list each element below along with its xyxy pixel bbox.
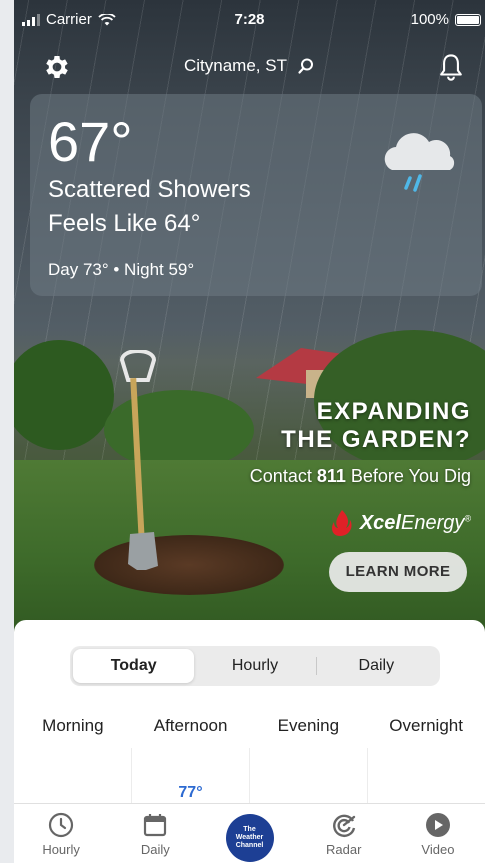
hedge-left <box>14 340 114 450</box>
tab-hourly[interactable]: Hourly <box>194 649 315 683</box>
brand-bold: Xcel <box>359 511 401 534</box>
ad-headline-line1: EXPANDING <box>316 398 471 425</box>
battery-percent: 100% <box>410 11 449 28</box>
tabbar-radar-label: Radar <box>326 842 362 857</box>
daypart-afternoon[interactable]: Afternoon <box>132 716 250 736</box>
ad-sub-bold: 811 <box>316 466 346 486</box>
ad-sub-prefix: Contact <box>249 466 317 486</box>
daypart-headers: Morning Afternoon Evening Overnight <box>14 716 485 736</box>
daypart-overnight[interactable]: Overnight <box>367 716 485 736</box>
cloud-rain-icon <box>384 133 455 192</box>
tabbar-hourly-label: Hourly <box>42 842 80 857</box>
battery-group: 100% <box>411 11 481 28</box>
ad-subtext: Contact 811 Before You Dig <box>250 466 471 487</box>
play-icon <box>425 813 450 837</box>
current-temperature: 67° <box>48 110 133 173</box>
tab-today[interactable]: Today <box>73 649 195 683</box>
tabbar-home[interactable]: The Weather Channel <box>202 804 296 863</box>
ad-headline-line2: THE GARDEN? <box>281 426 471 453</box>
clock-icon <box>48 812 74 838</box>
bell-icon[interactable] <box>437 52 465 82</box>
tabbar-daily-label: Daily <box>140 842 170 857</box>
logo-line1: The <box>243 826 256 833</box>
calendar-icon <box>144 814 167 837</box>
brand-mark: ® <box>464 512 471 523</box>
flame-icon <box>331 510 352 536</box>
location-selector[interactable]: Cityname, ST <box>14 56 485 76</box>
daypart-column-overnight <box>368 748 485 810</box>
ad-sub-suffix: Before You Dig <box>345 466 471 486</box>
xcel-energy-logo: XcelEnergy® <box>328 508 471 538</box>
status-bar: Carrier 7:28 100% <box>14 0 485 40</box>
tabbar-video-label: Video <box>421 842 455 857</box>
condition-phrase: Scattered Showers <box>48 176 251 203</box>
tab-daily[interactable]: Daily <box>315 649 437 683</box>
bottom-tab-bar: Hourly Daily The Weather Channel Radar Vid… <box>14 803 485 863</box>
battery-icon <box>455 13 481 26</box>
ad-headline: EXPANDING THE GARDEN? <box>281 398 471 454</box>
brand-rest: Energy <box>400 511 465 534</box>
daypart-morning[interactable]: Morning <box>14 716 132 736</box>
daypart-column-morning <box>14 748 132 810</box>
current-conditions-card[interactable]: 67° Scattered Showers Feels Like 64° Day… <box>30 94 482 296</box>
feels-like: Feels Like 64° <box>48 210 201 237</box>
daypart-columns: 77° <box>14 748 485 810</box>
daypart-column-evening <box>250 748 368 810</box>
logo-line2: Weather <box>235 834 264 841</box>
logo-line3: Channel <box>235 842 264 849</box>
top-header: Cityname, ST <box>14 44 485 88</box>
daypart-evening[interactable]: Evening <box>250 716 368 736</box>
tabbar-hourly[interactable]: Hourly <box>14 804 108 863</box>
forecast-sheet: Today Hourly Daily Morning Afternoon Eve… <box>14 620 485 810</box>
tabbar-daily[interactable]: Daily <box>108 804 202 863</box>
radar-icon <box>332 814 355 837</box>
advertisement-banner[interactable]: EXPANDING THE GARDEN? Contact 811 Before… <box>14 300 485 630</box>
location-label: Cityname, ST <box>184 56 287 75</box>
day-night-temps: Day 73° • Night 59° <box>48 260 195 279</box>
tabbar-radar[interactable]: Radar <box>297 804 391 863</box>
learn-more-button[interactable]: LEARN MORE <box>329 552 467 592</box>
search-icon <box>298 58 313 74</box>
forecast-segmented-control: Today Hourly Daily <box>70 646 440 686</box>
afternoon-temp: 77° <box>178 784 203 801</box>
daypart-column-afternoon: 77° <box>132 748 250 810</box>
app-screen: Carrier 7:28 100% Cityname, ST 67° Scatt… <box>14 0 485 863</box>
tabbar-video[interactable]: Video <box>391 804 485 863</box>
shovel-image <box>119 350 158 570</box>
weather-channel-logo: The Weather Channel <box>225 814 274 862</box>
